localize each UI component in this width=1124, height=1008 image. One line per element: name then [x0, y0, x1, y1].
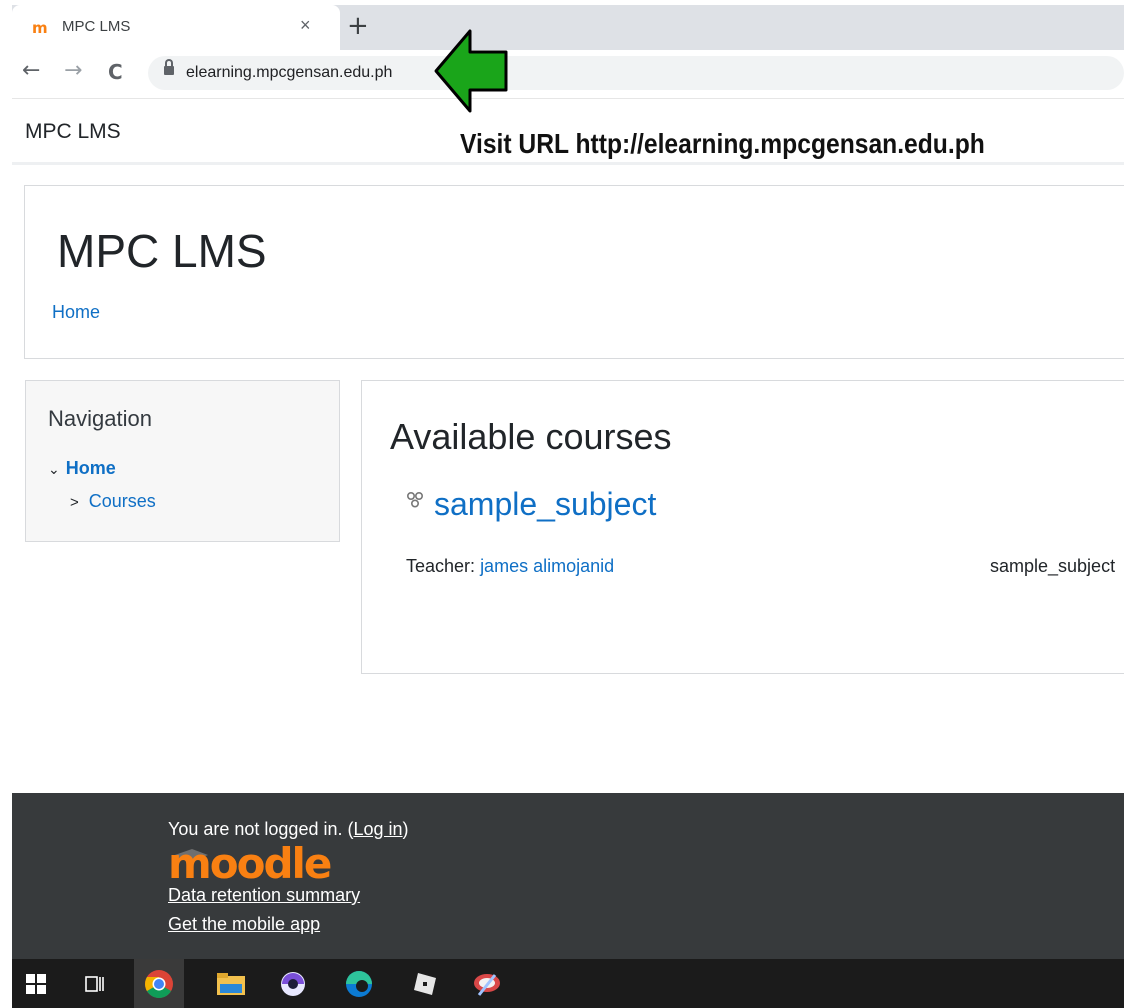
chevron-right-icon: > — [70, 494, 79, 511]
tab-title: MPC LMS — [62, 18, 131, 35]
address-bar[interactable]: elearning.mpcgensan.edu.ph — [148, 56, 1124, 90]
navigation-heading: Navigation — [48, 406, 152, 431]
forward-icon[interactable]: → — [64, 58, 82, 83]
close-tab-icon[interactable]: × — [300, 15, 311, 36]
lock-icon — [164, 59, 174, 75]
reload-icon[interactable]: C — [108, 60, 123, 84]
login-info: You are not logged in. (Log in) — [168, 819, 409, 840]
breadcrumb-home[interactable]: Home — [52, 302, 100, 323]
page-footer: You are not logged in. (Log in) moodle D… — [12, 793, 1124, 959]
new-tab-icon[interactable]: + — [347, 11, 369, 41]
nav-courses-label: Courses — [88, 491, 156, 511]
login-paren-open: ( — [342, 819, 354, 839]
roblox-icon[interactable] — [400, 959, 450, 1008]
edge-icon[interactable] — [334, 959, 384, 1008]
url-text: elearning.mpcgensan.edu.ph — [186, 64, 393, 81]
chevron-down-icon: ⌄ — [48, 461, 60, 477]
login-link[interactable]: Log in — [353, 819, 402, 839]
course-link[interactable]: sample_subject — [434, 486, 656, 523]
back-icon[interactable]: ← — [22, 58, 40, 83]
nav-item-courses[interactable]: > Courses — [70, 491, 156, 512]
teacher-label: Teacher: — [406, 556, 476, 576]
data-retention-link[interactable]: Data retention summary — [168, 885, 360, 906]
file-explorer-icon[interactable] — [206, 959, 256, 1008]
browser-toolbar: ← → C elearning.mpcgensan.edu.ph — [12, 50, 1124, 99]
moodle-logo-text: moodle — [168, 839, 332, 888]
course-icon — [406, 491, 424, 508]
page-header: MPC LMS Home — [24, 185, 1124, 359]
nav-item-home[interactable]: ⌄ Home — [48, 458, 116, 479]
course-teacher: Teacher: james alimojanid — [406, 556, 614, 577]
navbar-site-name[interactable]: MPC LMS — [25, 120, 121, 144]
login-paren-close: ) — [402, 819, 409, 839]
green-arrow-icon — [434, 29, 508, 113]
available-courses-region: Available courses sample_subject Teacher… — [361, 380, 1124, 674]
available-courses-heading: Available courses — [390, 416, 672, 457]
browser-tab-strip: m MPC LMS × + — [12, 5, 1124, 50]
browser-tab[interactable]: m MPC LMS × — [12, 5, 340, 50]
page-title: MPC LMS — [57, 225, 267, 277]
moodle-favicon-icon: m — [32, 19, 48, 37]
not-logged-in-text: You are not logged in. — [168, 819, 343, 839]
nav-home-label: Home — [65, 458, 116, 478]
course-category: sample_subject — [990, 556, 1116, 576]
mobile-app-link[interactable]: Get the mobile app — [168, 914, 320, 935]
annotation-text: Visit URL http://elearning.mpcgensan.edu… — [460, 128, 985, 159]
navbar-divider — [12, 162, 1124, 165]
app-icon[interactable] — [268, 959, 318, 1008]
navigation-block: Navigation ⌄ Home > Courses — [25, 380, 340, 542]
windows-taskbar — [12, 959, 1124, 1008]
chrome-icon[interactable] — [134, 959, 184, 1008]
task-view-icon[interactable] — [70, 959, 120, 1008]
teacher-link[interactable]: james alimojanid — [480, 556, 614, 576]
windows-start-icon[interactable] — [12, 959, 62, 1008]
snipping-tool-icon[interactable] — [462, 959, 512, 1008]
